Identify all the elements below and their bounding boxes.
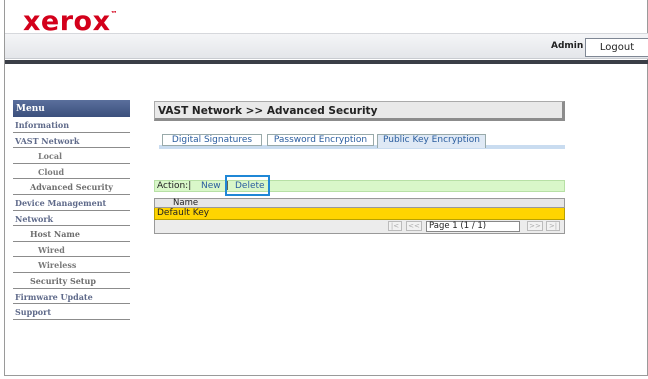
- logout-button[interactable]: Logout: [585, 38, 648, 57]
- page-indicator: Page 1 (1 / 1): [426, 221, 520, 232]
- prev-page-button[interactable]: <<: [406, 221, 422, 231]
- first-page-button[interactable]: |<: [388, 221, 402, 231]
- menu-item-security-setup[interactable]: Security Setup: [13, 273, 130, 289]
- tab-digital-signatures[interactable]: Digital Signatures: [162, 134, 262, 146]
- menu-item-firmware-update[interactable]: Firmware Update: [13, 289, 130, 305]
- tab-public-key-encryption[interactable]: Public Key Encryption: [377, 134, 486, 148]
- action-bar: Action:| New | Delete |: [154, 180, 565, 192]
- action-label: Action:|: [157, 181, 192, 191]
- menu-item-wired[interactable]: Wired: [13, 242, 130, 258]
- pagination-bar: |< << Page 1 (1 / 1) >> >|: [154, 220, 565, 234]
- menu-item-network[interactable]: Network: [13, 211, 130, 227]
- page-title: VAST Network >> Advanced Security: [154, 101, 565, 121]
- menu-item-information[interactable]: Information: [13, 117, 130, 133]
- column-header-name[interactable]: Name: [154, 198, 565, 208]
- delete-highlight-box: [225, 175, 270, 196]
- user-label: Admin: [551, 41, 584, 51]
- menu-item-support[interactable]: Support: [13, 304, 130, 320]
- table-row[interactable]: Default Key: [154, 208, 565, 220]
- menu-title: Menu: [13, 100, 130, 117]
- menu-item-device-management[interactable]: Device Management: [13, 195, 130, 211]
- new-action-link[interactable]: New: [201, 181, 221, 191]
- menu-item-wireless[interactable]: Wireless: [13, 257, 130, 273]
- menu-item-host-name[interactable]: Host Name: [13, 226, 130, 242]
- menu-item-vast-network[interactable]: VAST Network: [13, 133, 130, 149]
- menu-item-cloud[interactable]: Cloud: [13, 164, 130, 180]
- keys-table: Name Default Key |< << Page 1 (1 / 1) >>…: [154, 198, 565, 234]
- tab-password-encryption[interactable]: Password Encryption: [267, 134, 374, 146]
- header-divider: [5, 60, 648, 64]
- side-menu: Menu Information VAST Network Local Clou…: [13, 100, 130, 320]
- menu-item-local[interactable]: Local: [13, 148, 130, 164]
- next-page-button[interactable]: >>: [527, 221, 543, 231]
- last-page-button[interactable]: >|: [546, 221, 560, 231]
- menu-item-advanced-security[interactable]: Advanced Security: [13, 179, 130, 195]
